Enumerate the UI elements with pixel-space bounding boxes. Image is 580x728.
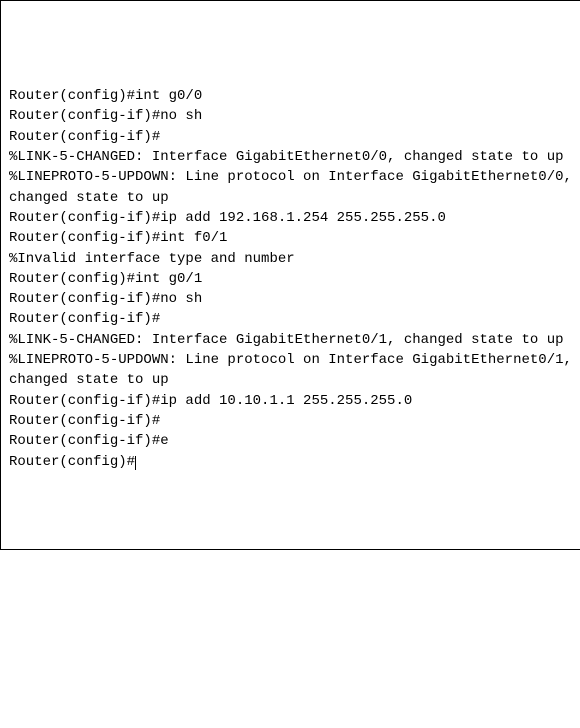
cli-line: %LINK-5-CHANGED: Interface GigabitEthern… bbox=[9, 147, 572, 167]
cli-line: %Invalid interface type and number bbox=[9, 249, 572, 269]
cli-line: Router(config-if)#e bbox=[9, 431, 572, 451]
cli-line: Router(config)#int g0/1 bbox=[9, 269, 572, 289]
cli-line: Router(config-if)# bbox=[9, 309, 572, 329]
cli-line: Router(config)#int g0/0 bbox=[9, 86, 572, 106]
cli-line: Router(config-if)#ip add 192.168.1.254 2… bbox=[9, 208, 572, 228]
cli-line: Router(config-if)#no sh bbox=[9, 106, 572, 126]
cli-line: Router(config-if)#int f0/1 bbox=[9, 228, 572, 248]
cli-line: Router(config-if)# bbox=[9, 127, 572, 147]
cli-line: Router(config-if)#no sh bbox=[9, 289, 572, 309]
cli-line: Router(config-if)# bbox=[9, 411, 572, 431]
terminal-output[interactable]: Router(config)#int g0/0Router(config-if)… bbox=[9, 86, 572, 626]
cli-line: %LINEPROTO-5-UPDOWN: Line protocol on In… bbox=[9, 167, 572, 208]
cli-line: %LINEPROTO-5-UPDOWN: Line protocol on In… bbox=[9, 350, 572, 391]
cli-prompt-text: Router(config)# bbox=[9, 454, 135, 470]
cli-prompt-line: Router(config)# bbox=[9, 452, 572, 472]
cli-line: Router(config-if)#ip add 10.10.1.1 255.2… bbox=[9, 391, 572, 411]
text-cursor bbox=[135, 456, 136, 470]
cli-line: %LINK-5-CHANGED: Interface GigabitEthern… bbox=[9, 330, 572, 350]
